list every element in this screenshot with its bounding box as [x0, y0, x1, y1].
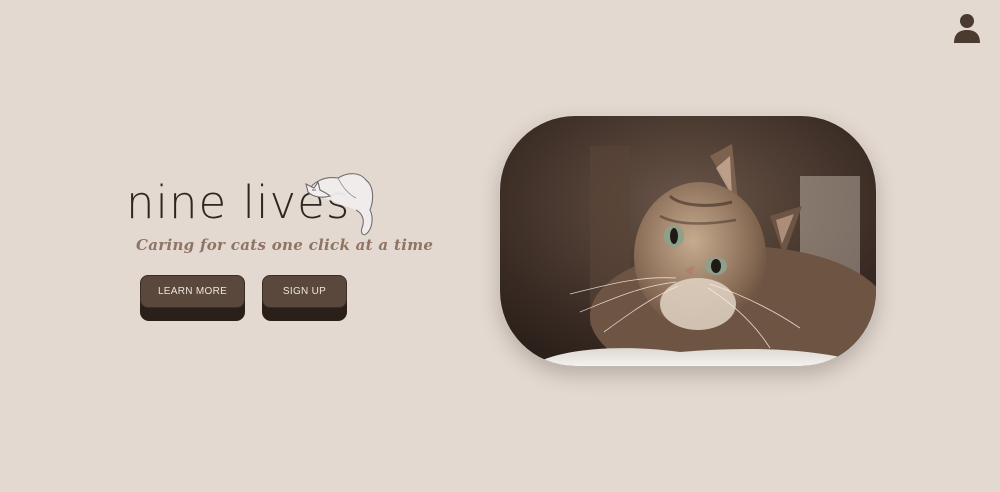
sign-up-button[interactable]: SIGN UP	[262, 275, 347, 321]
profile-button[interactable]	[952, 12, 982, 44]
learn-more-label: LEARN MORE	[140, 275, 245, 308]
sign-up-label: SIGN UP	[262, 275, 347, 308]
learn-more-button[interactable]: LEARN MORE	[140, 275, 245, 321]
hero-cat-photo	[500, 116, 876, 366]
sleeping-cat-icon	[305, 173, 374, 236]
cat-photo	[500, 116, 876, 366]
user-icon	[954, 14, 980, 43]
brand-block: nine lives Caring for cats one click at …	[120, 160, 433, 254]
tagline: Caring for cats one click at a time	[136, 236, 434, 254]
